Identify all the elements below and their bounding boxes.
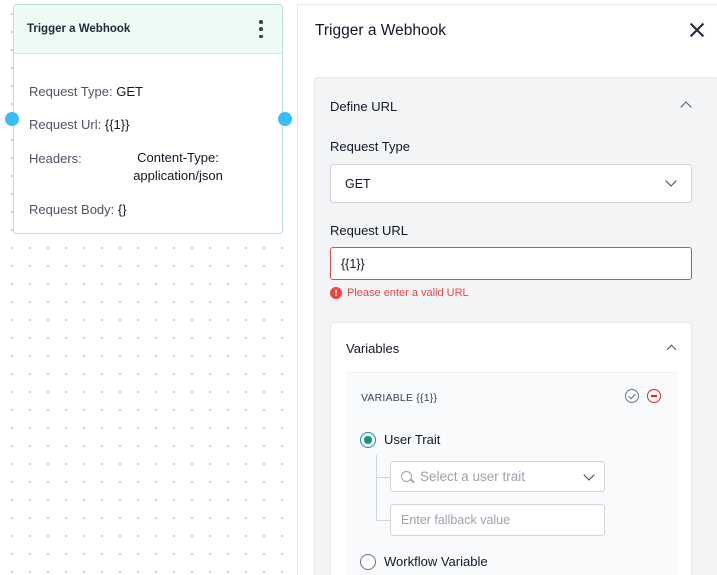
node-request-url: Request Url: {{1}} bbox=[29, 117, 129, 132]
output-connector-handle[interactable] bbox=[278, 112, 292, 126]
user-trait-label: User Trait bbox=[384, 432, 441, 447]
url-error-message: Please enter a valid URL bbox=[347, 287, 469, 299]
more-options-icon[interactable] bbox=[254, 18, 268, 40]
node-request-url-label: Request Url: bbox=[29, 117, 102, 132]
user-trait-select[interactable]: Select a user trait bbox=[390, 461, 605, 492]
workflow-variable-radio[interactable] bbox=[360, 554, 376, 570]
close-icon[interactable] bbox=[689, 22, 705, 38]
node-headers-value-line2: application/json bbox=[133, 168, 223, 183]
webhook-node[interactable]: Trigger a Webhook Request Type: GET Requ… bbox=[13, 4, 283, 234]
collapse-variables-icon[interactable] bbox=[666, 344, 677, 355]
node-headers-value: Content-Type: application/json bbox=[128, 149, 228, 185]
input-connector-handle[interactable] bbox=[5, 112, 19, 126]
tree-branch bbox=[376, 520, 390, 521]
search-icon bbox=[401, 471, 412, 482]
variables-title: Variables bbox=[346, 341, 400, 356]
variables-section: Variables VARIABLE {{1}} User Trait Sele… bbox=[330, 322, 692, 575]
node-request-url-value: {{1}} bbox=[104, 117, 130, 132]
node-request-type-value: GET bbox=[116, 84, 143, 99]
user-trait-radio[interactable] bbox=[360, 432, 376, 448]
collapse-define-url-icon[interactable] bbox=[680, 101, 692, 113]
node-header: Trigger a Webhook bbox=[14, 5, 282, 54]
chevron-down-icon bbox=[665, 175, 677, 187]
node-request-body-label: Request Body: bbox=[29, 202, 115, 217]
request-url-label: Request URL bbox=[330, 223, 409, 238]
variable-block: VARIABLE {{1}} User Trait Select a user … bbox=[346, 372, 678, 575]
node-headers-value-line1: Content-Type: bbox=[137, 150, 219, 165]
url-error: ! Please enter a valid URL bbox=[330, 287, 469, 299]
request-type-value: GET bbox=[345, 176, 371, 191]
user-trait-placeholder: Select a user trait bbox=[420, 469, 526, 484]
node-request-type: Request Type: GET bbox=[29, 84, 143, 99]
variable-label: VARIABLE {{1}} bbox=[361, 392, 438, 404]
remove-variable-icon[interactable] bbox=[647, 389, 661, 403]
error-icon: ! bbox=[330, 287, 342, 299]
tree-connector bbox=[376, 455, 377, 520]
define-url-section: Define URL Request Type GET Request URL … bbox=[314, 77, 717, 575]
workflow-canvas[interactable]: Trigger a Webhook Request Type: GET Requ… bbox=[0, 0, 297, 575]
node-request-type-label: Request Type: bbox=[29, 84, 113, 99]
chevron-down-icon bbox=[583, 469, 595, 481]
request-url-input[interactable] bbox=[330, 247, 692, 280]
fallback-input[interactable] bbox=[390, 504, 605, 536]
node-title: Trigger a Webhook bbox=[27, 23, 131, 35]
confirm-variable-icon[interactable] bbox=[625, 389, 639, 403]
request-type-select[interactable]: GET bbox=[330, 164, 692, 203]
config-panel: Trigger a Webhook Define URL Request Typ… bbox=[297, 4, 717, 575]
panel-title: Trigger a Webhook bbox=[315, 22, 446, 39]
workflow-variable-label: Workflow Variable bbox=[384, 554, 488, 569]
define-url-title: Define URL bbox=[330, 99, 398, 114]
node-headers-label: Headers: bbox=[29, 151, 82, 166]
tree-branch bbox=[376, 477, 390, 478]
node-request-body: Request Body: {} bbox=[29, 202, 127, 217]
node-request-body-value: {} bbox=[117, 202, 127, 217]
request-type-label: Request Type bbox=[330, 139, 410, 154]
